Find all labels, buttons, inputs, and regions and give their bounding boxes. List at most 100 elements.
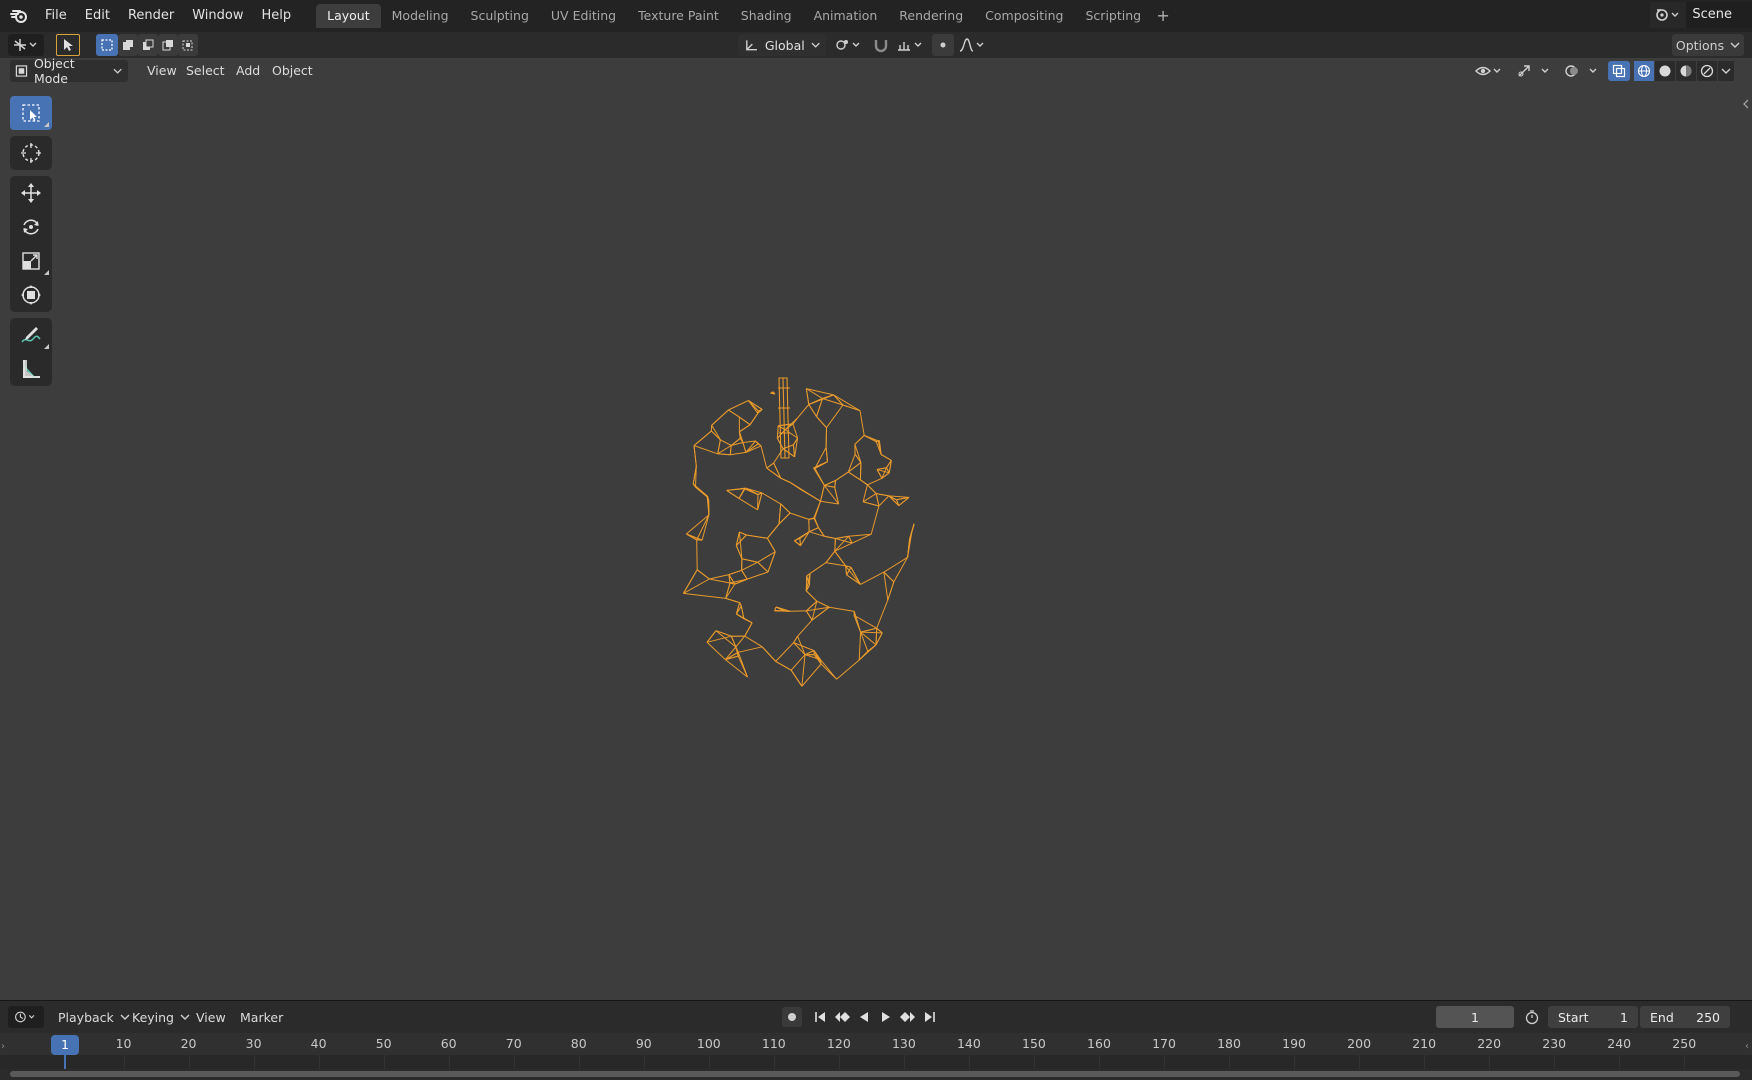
- end-frame-field[interactable]: End 250: [1640, 1006, 1730, 1028]
- select-box-icon[interactable]: [10, 96, 52, 130]
- menu-window[interactable]: Window: [183, 4, 252, 28]
- select-tool-indicator[interactable]: [56, 34, 80, 56]
- proportional-edit-toggle[interactable]: [932, 34, 954, 56]
- tab-rendering[interactable]: Rendering: [888, 4, 974, 28]
- frame-grid-line: [1098, 1055, 1100, 1069]
- options-dropdown[interactable]: Options: [1672, 34, 1744, 56]
- frame-grid-line: [123, 1055, 125, 1069]
- material-shading-icon[interactable]: [1676, 61, 1696, 81]
- overlays-icon: [1565, 65, 1597, 77]
- tab-layout[interactable]: Layout: [316, 4, 381, 28]
- play-reverse-icon[interactable]: [854, 1007, 874, 1027]
- sidebar-toggle-icon[interactable]: [1742, 98, 1752, 120]
- frame-grid-line: [903, 1055, 905, 1069]
- overlays-dropdown[interactable]: [1562, 61, 1602, 81]
- frame-grid-line: [1619, 1055, 1621, 1069]
- timeline-scrollbar[interactable]: [10, 1071, 1740, 1077]
- cursor-icon[interactable]: [10, 136, 52, 170]
- frame-grid-line: [643, 1055, 645, 1069]
- blender-logo-icon[interactable]: [8, 5, 30, 27]
- record-icon[interactable]: [782, 1007, 802, 1027]
- current-frame-field[interactable]: 1: [1436, 1006, 1514, 1028]
- prev-keyframe-icon[interactable]: [832, 1007, 852, 1027]
- timeline-left-expand-icon[interactable]: ›: [1, 1041, 5, 1052]
- tab-compositing[interactable]: Compositing: [974, 4, 1074, 28]
- tab-uv-editing[interactable]: UV Editing: [540, 4, 627, 28]
- orientation-label: Global: [764, 37, 805, 53]
- 3d-viewport[interactable]: Object Mode View Select Add Object: [0, 58, 1752, 1000]
- annotate-icon[interactable]: [10, 318, 52, 352]
- tab-sculpting[interactable]: Sculpting: [460, 4, 540, 28]
- select-mode-invert-icon[interactable]: [158, 34, 178, 56]
- viewport-menu-object[interactable]: Object: [264, 60, 321, 82]
- select-mode-subtract-icon[interactable]: [138, 34, 158, 56]
- shading-options-chevron-icon[interactable]: [1718, 61, 1734, 81]
- select-mode-extend-icon[interactable]: [118, 34, 138, 56]
- scene-icon[interactable]: [1650, 2, 1686, 28]
- timeline-right-expand-icon[interactable]: ‹: [1745, 1041, 1749, 1052]
- jump-start-icon[interactable]: [810, 1007, 830, 1027]
- snap-increment-icon: [898, 42, 922, 51]
- frame-tick-label: 110: [761, 1036, 786, 1051]
- frame-grid-line: [188, 1055, 190, 1069]
- visibility-dropdown[interactable]: [1472, 61, 1506, 81]
- menu-edit[interactable]: Edit: [76, 4, 119, 28]
- frame-ruler[interactable]: 1 10 20 30 40 50 60 70 80 90 100 110 120 130 140 150 16…: [0, 1033, 1752, 1055]
- chevron-down-icon: [811, 42, 820, 48]
- frame-tick-label: 250: [1672, 1036, 1697, 1051]
- solid-shading-icon[interactable]: [1655, 61, 1675, 81]
- tab-modeling[interactable]: Modeling: [381, 4, 460, 28]
- menu-help[interactable]: Help: [253, 4, 301, 28]
- select-mode-intersect-icon[interactable]: [178, 34, 198, 56]
- wireframe-mesh-object[interactable]: [640, 308, 940, 728]
- move-icon[interactable]: [10, 176, 52, 210]
- tab-texture-paint[interactable]: Texture Paint: [627, 4, 730, 28]
- playback-dropdown[interactable]: Playback: [52, 1006, 136, 1028]
- menu-file[interactable]: File: [36, 4, 76, 28]
- viewport-menu-select[interactable]: Select: [178, 60, 233, 82]
- rendered-shading-icon[interactable]: [1697, 61, 1717, 81]
- frame-tick-label: 220: [1477, 1036, 1502, 1051]
- tool-variants-indicator: [44, 344, 49, 349]
- current-frame-marker[interactable]: 1: [51, 1035, 79, 1055]
- timeline-menu-view[interactable]: View: [190, 1006, 232, 1028]
- scale-icon[interactable]: [10, 244, 52, 278]
- measure-icon[interactable]: [10, 352, 52, 386]
- transform-orientation-dropdown[interactable]: Global: [738, 34, 826, 56]
- snap-toggle[interactable]: [870, 34, 892, 56]
- keying-dropdown[interactable]: Keying: [126, 1006, 196, 1028]
- editor-type-button[interactable]: [8, 34, 44, 56]
- pivot-point-dropdown[interactable]: [832, 34, 866, 56]
- mode-label: Object Mode: [33, 58, 75, 86]
- end-label: End: [1650, 1009, 1674, 1025]
- scene-selector[interactable]: Scene: [1650, 2, 1752, 28]
- snap-target-dropdown[interactable]: [894, 34, 928, 56]
- start-frame-field[interactable]: Start 1: [1548, 1006, 1638, 1028]
- playback-controls: [782, 1007, 940, 1027]
- wireframe-shading-icon[interactable]: [1634, 61, 1654, 81]
- tab-scripting[interactable]: Scripting: [1075, 4, 1153, 28]
- object-mode-dropdown[interactable]: Object Mode: [10, 58, 128, 86]
- chevron-down-icon: [180, 1014, 190, 1020]
- add-workspace-button[interactable]: +: [1152, 4, 1174, 28]
- rotate-icon[interactable]: [10, 210, 52, 244]
- scene-name[interactable]: Scene: [1686, 2, 1752, 28]
- transform-icon[interactable]: [10, 278, 52, 312]
- play-icon[interactable]: [876, 1007, 896, 1027]
- xray-toggle[interactable]: [1608, 61, 1630, 81]
- tab-animation[interactable]: Animation: [803, 4, 889, 28]
- viewport-menu-add[interactable]: Add: [228, 60, 268, 82]
- jump-end-icon[interactable]: [920, 1007, 940, 1027]
- frame-tick-label: 190: [1282, 1036, 1306, 1051]
- next-keyframe-icon[interactable]: [898, 1007, 918, 1027]
- timeline-menu-marker[interactable]: Marker: [234, 1006, 289, 1028]
- preview-range-toggle[interactable]: [1520, 1006, 1544, 1028]
- select-mode-new-icon[interactable]: [96, 34, 118, 56]
- gizmo-icon: [1518, 65, 1549, 77]
- falloff-curve-icon: [959, 38, 984, 52]
- tab-shading[interactable]: Shading: [730, 4, 803, 28]
- gizmo-dropdown[interactable]: [1514, 61, 1554, 81]
- timeline-editor-type-button[interactable]: [8, 1006, 44, 1028]
- menu-render[interactable]: Render: [119, 4, 183, 28]
- falloff-dropdown[interactable]: [956, 34, 990, 56]
